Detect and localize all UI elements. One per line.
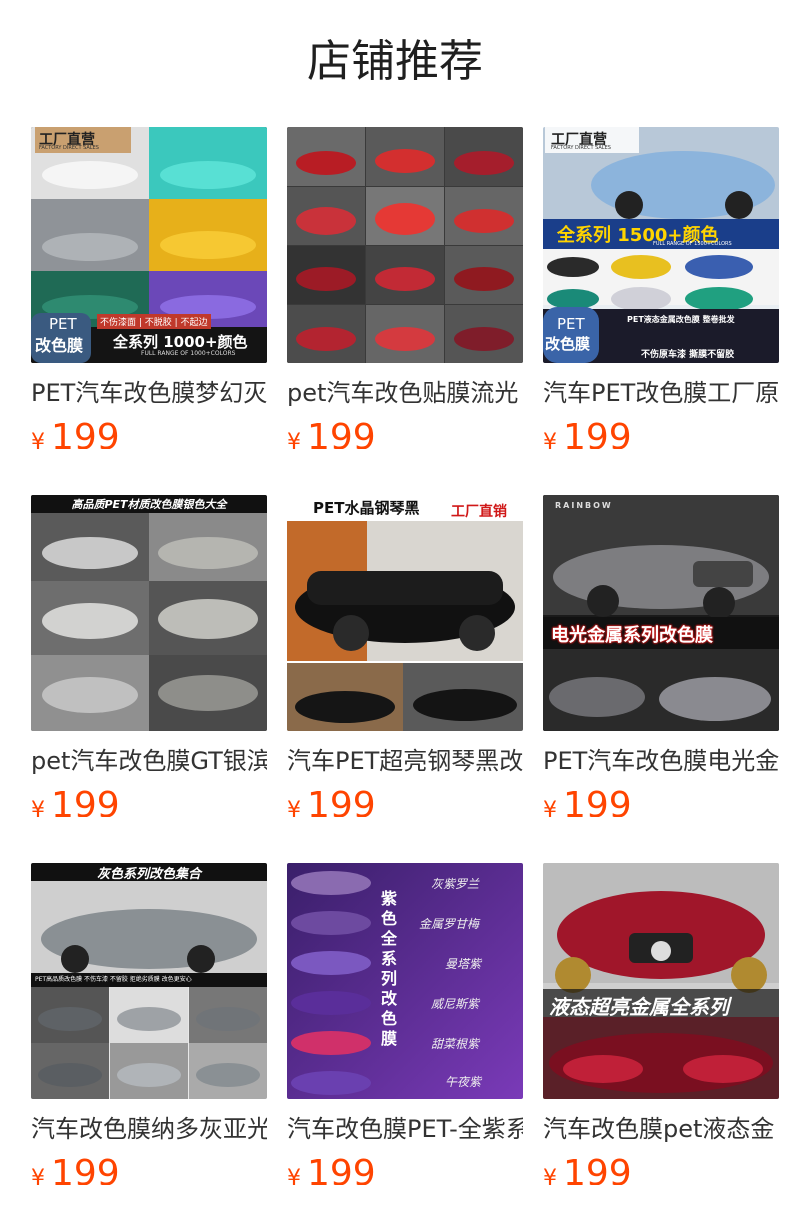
currency-symbol: ¥: [31, 798, 45, 817]
product-grid: 工厂直营 FACTORY DIRECT SALES PET 改色膜 不伤漆面 |…: [31, 127, 790, 1185]
page-title: 店铺推荐: [307, 36, 483, 87]
currency-symbol: ¥: [543, 1166, 557, 1185]
pet-tag: PET: [557, 315, 585, 333]
currency-symbol: ¥: [543, 798, 557, 817]
rainbow-brand: RAINBOW: [555, 501, 613, 510]
product-price: ¥199: [287, 1151, 523, 1185]
price-value: 199: [563, 417, 632, 449]
product-name[interactable]: pet汽车改色膜GT银滨: [31, 743, 267, 779]
no-residue-tag: 不伤原车漆 撕膜不留胶: [641, 350, 735, 360]
factory-badge-sub: FACTORY DIRECT SALES: [39, 145, 99, 151]
product-price: ¥199: [287, 783, 523, 817]
product-card[interactable]: PET水晶钢琴黑 工厂直销 汽车PET超亮钢琴黑改 ¥199: [287, 495, 523, 817]
product-card[interactable]: 高品质PET材质改色膜银色大全 pet汽车改色膜GT银滨 ¥199: [31, 495, 267, 817]
currency-symbol: ¥: [543, 430, 557, 449]
factory-badge-sub: FACTORY DIRECT SALES: [551, 145, 611, 151]
color-label: 威尼斯紫: [431, 997, 480, 1011]
product-price: ¥199: [543, 1151, 779, 1185]
color-label: 灰紫罗兰: [431, 877, 480, 891]
film-tag: 改色膜: [545, 335, 591, 353]
product-image[interactable]: 高品质PET材质改色膜银色大全: [31, 495, 267, 731]
liquid-metal-banner: 液态超亮金属全系列: [549, 995, 729, 1019]
price-value: 199: [51, 1153, 120, 1185]
currency-symbol: ¥: [31, 430, 45, 449]
color-label: 午夜紫: [445, 1075, 482, 1089]
price-value: 199: [51, 417, 120, 449]
product-price: ¥199: [287, 415, 523, 449]
currency-symbol: ¥: [31, 1166, 45, 1185]
product-card[interactable]: RAINBOW 电光金属系列改色膜 PET汽车改色膜电光金 ¥199: [543, 495, 779, 817]
product-name[interactable]: pet汽车改色贴膜流光: [287, 375, 523, 411]
product-card[interactable]: 工厂直营 FACTORY DIRECT SALES PET 改色膜 不伤漆面 |…: [31, 127, 267, 449]
price-value: 199: [307, 785, 376, 817]
pet-tag: PET: [49, 315, 77, 333]
color-label: 曼塔紫: [445, 957, 482, 971]
piano-black-banner: PET水晶钢琴黑: [313, 499, 420, 517]
purple-series-vertical: 紫色全系列改色膜: [381, 889, 398, 1048]
product-card[interactable]: 紫色全系列改色膜 灰紫罗兰 金属罗甘梅 曼塔紫 威尼斯紫 甜菜根紫 午夜紫 汽车…: [287, 863, 523, 1185]
product-name[interactable]: 汽车PET超亮钢琴黑改: [287, 743, 523, 779]
product-image[interactable]: RAINBOW 电光金属系列改色膜: [543, 495, 779, 731]
product-name[interactable]: PET汽车改色膜梦幻灭: [31, 375, 267, 411]
product-price: ¥199: [31, 1151, 267, 1185]
product-price: ¥199: [31, 783, 267, 817]
wholesale-tag: PET液态金属改色膜 整卷批发: [627, 315, 735, 324]
product-image[interactable]: 液态超亮金属全系列: [543, 863, 779, 1099]
currency-symbol: ¥: [287, 430, 301, 449]
quality-tag: PET高品质改色膜 不伤车漆 不留胶 拒绝劣质膜 改色更安心: [35, 976, 192, 983]
price-value: 199: [51, 785, 120, 817]
price-value: 199: [307, 417, 376, 449]
range-banner-sub: FULL RANGE OF 1000+COLORS: [141, 350, 236, 357]
product-image[interactable]: 紫色全系列改色膜 灰紫罗兰 金属罗甘梅 曼塔紫 威尼斯紫 甜菜根紫 午夜紫: [287, 863, 523, 1099]
range-banner-sub: FULL RANGE OF 1500+COLORS: [653, 241, 732, 247]
feature-tag: 不伤漆面 | 不脱胶 | 不起边: [97, 314, 211, 329]
currency-symbol: ¥: [287, 1166, 301, 1185]
store-recommend-page: 店铺推荐 工厂直营 FACTORY DIRECT SALES PET 改色膜 不…: [0, 0, 790, 1232]
product-name[interactable]: 汽车改色膜纳多灰亚光: [31, 1111, 267, 1147]
price-value: 199: [563, 785, 632, 817]
product-name[interactable]: PET汽车改色膜电光金: [543, 743, 779, 779]
price-value: 199: [307, 1153, 376, 1185]
product-price: ¥199: [543, 783, 779, 817]
range-banner: 全系列 1000+颜色: [113, 333, 248, 351]
product-price: ¥199: [543, 415, 779, 449]
product-image[interactable]: PET水晶钢琴黑 工厂直销: [287, 495, 523, 731]
product-name[interactable]: 汽车PET改色膜工厂原: [543, 375, 779, 411]
color-label: 甜菜根紫: [431, 1037, 480, 1051]
grey-series-banner: 灰色系列改色集合: [96, 867, 201, 882]
film-tag: 改色膜: [35, 336, 84, 355]
factory-sale-tag: 工厂直销: [451, 504, 507, 520]
silver-series-banner: 高品质PET材质改色膜银色大全: [71, 498, 227, 511]
product-card[interactable]: pet汽车改色贴膜流光 ¥199: [287, 127, 523, 449]
product-card[interactable]: 液态超亮金属全系列 汽车改色膜pet液态金 ¥199: [543, 863, 779, 1185]
product-image[interactable]: 工厂直营 FACTORY DIRECT SALES PET 改色膜 不伤漆面 |…: [31, 127, 267, 363]
price-value: 199: [563, 1153, 632, 1185]
product-image[interactable]: [287, 127, 523, 363]
color-label: 金属罗甘梅: [419, 917, 480, 931]
product-name[interactable]: 汽车改色膜pet液态金: [543, 1111, 779, 1147]
product-image[interactable]: 灰色系列改色集合 PET高品质改色膜 不伤车漆 不留胶 拒绝劣质膜 改色更安心: [31, 863, 267, 1099]
product-image[interactable]: 工厂直营 FACTORY DIRECT SALES 全系列 1500+颜色 FU…: [543, 127, 779, 363]
product-name[interactable]: 汽车改色膜PET-全紫系: [287, 1111, 523, 1147]
electro-metal-banner: 电光金属系列改色膜: [551, 625, 713, 646]
currency-symbol: ¥: [287, 798, 301, 817]
product-card[interactable]: 工厂直营 FACTORY DIRECT SALES 全系列 1500+颜色 FU…: [543, 127, 779, 449]
product-card[interactable]: 灰色系列改色集合 PET高品质改色膜 不伤车漆 不留胶 拒绝劣质膜 改色更安心 …: [31, 863, 267, 1185]
product-price: ¥199: [31, 415, 267, 449]
